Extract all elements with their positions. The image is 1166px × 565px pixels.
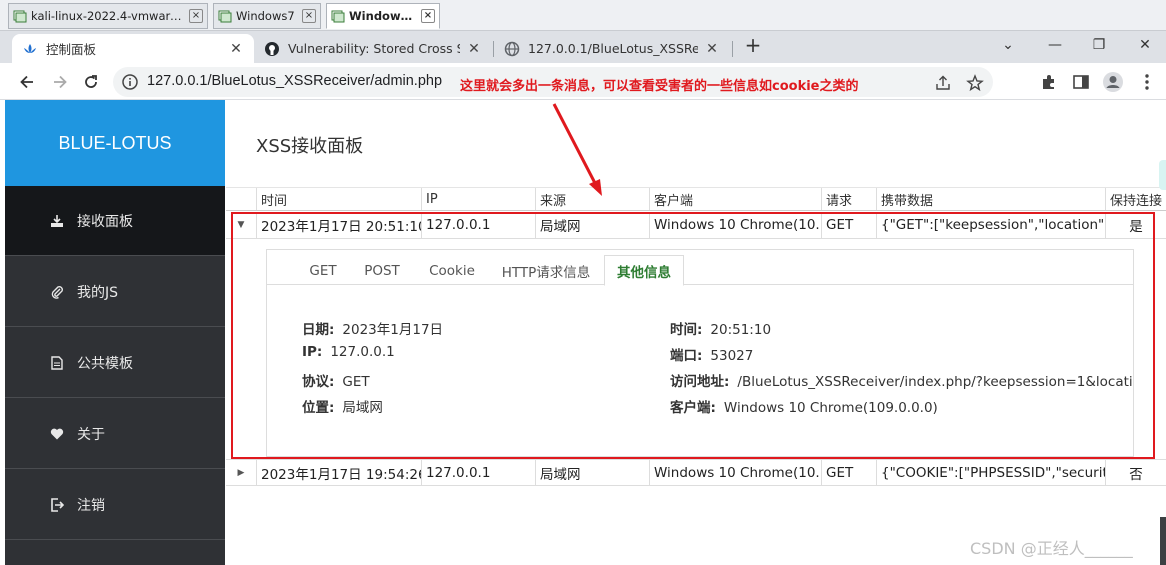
sidebar-item-label: 注销 — [77, 497, 105, 514]
browser-tab-vulnerability[interactable]: Vulnerability: Stored Cross Site ✕ — [254, 34, 492, 63]
cell-client: Windows 10 Chrome(10... — [649, 460, 821, 485]
scrollbar-fragment — [1160, 517, 1166, 565]
new-tab-plus-icon[interactable]: + — [742, 35, 764, 57]
expand-triangle-icon[interactable]: ▶ — [226, 460, 256, 485]
cell-ip: 127.0.0.1 — [421, 460, 535, 485]
column-header-source[interactable]: 来源 — [535, 188, 649, 210]
cell-keep-alive: 否 — [1105, 460, 1166, 485]
sidebar-item-my-js[interactable]: 我的JS — [5, 257, 225, 327]
watermark: CSDN @正经人______ — [970, 539, 1133, 558]
vm-tab-windows7[interactable]: Windows7 × — [213, 3, 321, 29]
column-header-method[interactable]: 请求 — [821, 188, 876, 210]
sidebar-item-about[interactable]: 关于 — [5, 399, 225, 469]
tab-label: 127.0.0.1/BlueLotus_XSSReceiv — [528, 41, 698, 56]
forward-arrow-icon[interactable] — [47, 69, 73, 95]
table-header: 时间 IP 来源 客户端 请求 携带数据 保持连接 — [226, 187, 1166, 211]
sidebar-item-logout[interactable]: 注销 — [5, 470, 225, 540]
cell-source: 局域网 — [535, 460, 649, 485]
cell-method: GET — [821, 460, 876, 485]
cell-time: 2023年1月17日 19:54:26 — [256, 460, 421, 485]
side-panel-icon[interactable] — [1070, 71, 1092, 93]
column-header-ip[interactable]: IP — [421, 188, 535, 210]
column-header-keep-alive[interactable]: 保持连接 — [1105, 188, 1166, 210]
browser-tab-control-panel[interactable]: 控制面板 ✕ — [12, 34, 254, 63]
menu-dots-icon[interactable] — [1136, 71, 1158, 93]
annotation-text: 这里就会多出一条消息，可以查看受害者的一些信息如cookie之类的 — [460, 79, 859, 94]
info-icon[interactable] — [121, 73, 139, 91]
minimize-icon[interactable]: — — [1040, 35, 1070, 55]
close-icon[interactable]: × — [421, 9, 435, 23]
vm-tab-kali[interactable]: kali-linux-2022.4-vmware-am… × — [8, 3, 208, 29]
column-header-client[interactable]: 客户端 — [649, 188, 821, 210]
sidebar: BLUE-LOTUS 接收面板 我的JS 公共模板 关于 注销 — [5, 100, 225, 565]
back-arrow-icon[interactable] — [14, 69, 40, 95]
tab-label: Vulnerability: Stored Cross Site — [288, 41, 460, 56]
vm-icon — [331, 10, 345, 23]
tab-separator — [732, 41, 733, 57]
cell-data: {"COOKIE":["PHPSESSID","security... — [876, 460, 1105, 485]
close-icon[interactable]: × — [189, 9, 203, 23]
bookmark-star-icon[interactable] — [965, 73, 985, 93]
close-icon[interactable]: × — [302, 9, 316, 23]
browser-tab-xssreceiver[interactable]: 127.0.0.1/BlueLotus_XSSReceiv ✕ — [494, 34, 730, 63]
edge-widget — [1159, 160, 1166, 190]
sidebar-item-label: 我的JS — [77, 284, 119, 301]
sidebar-item-label: 公共模板 — [77, 355, 133, 372]
vm-tab-bar: kali-linux-2022.4-vmware-am… × Windows7 … — [0, 0, 1166, 31]
extensions-puzzle-icon[interactable] — [1038, 71, 1060, 93]
browser-tab-strip: 控制面板 ✕ Vulnerability: Stored Cross Site … — [0, 31, 1166, 63]
sidebar-item-receive-panel[interactable]: 接收面板 — [5, 186, 225, 256]
globe-icon — [504, 41, 520, 57]
paperclip-icon — [49, 284, 65, 300]
heart-icon — [49, 426, 65, 442]
github-icon — [264, 41, 280, 57]
vm-icon — [13, 10, 27, 23]
sidebar-item-label: 关于 — [77, 426, 105, 443]
maximize-icon[interactable]: ❐ — [1084, 35, 1114, 55]
close-icon[interactable]: ✕ — [466, 41, 482, 57]
column-header-data[interactable]: 携带数据 — [876, 188, 1105, 210]
sidebar-item-public-templates[interactable]: 公共模板 — [5, 328, 225, 398]
profile-avatar-icon[interactable] — [1102, 71, 1124, 93]
window-close-icon[interactable]: ✕ — [1130, 35, 1160, 55]
download-icon — [49, 213, 65, 229]
logout-icon — [49, 497, 65, 513]
page-title: XSS接收面板 — [256, 136, 364, 157]
table-row[interactable]: ▶ 2023年1月17日 19:54:26 127.0.0.1 局域网 Wind… — [226, 459, 1166, 486]
sidebar-item-label: 接收面板 — [77, 213, 133, 230]
tab-label: 控制面板 — [46, 42, 97, 57]
tab-search-chevron-icon[interactable]: ⌄ — [993, 35, 1023, 55]
close-icon[interactable]: ✕ — [704, 41, 720, 57]
vm-tab-label: kali-linux-2022.4-vmware-am… — [31, 9, 185, 23]
close-icon[interactable]: ✕ — [228, 41, 244, 57]
highlight-box — [231, 212, 1155, 459]
document-icon — [49, 355, 65, 371]
blue-lotus-icon — [22, 41, 38, 57]
share-icon[interactable] — [933, 73, 953, 93]
brand-logo[interactable]: BLUE-LOTUS — [5, 100, 225, 186]
vm-tab-label: Windows7 — [236, 9, 295, 23]
vm-icon — [218, 10, 232, 23]
vm-tab-windows10[interactable]: Windows10 × — [326, 3, 440, 29]
column-header-time[interactable]: 时间 — [256, 188, 421, 210]
reload-icon[interactable] — [78, 69, 104, 95]
vm-tab-label: Windows10 — [349, 9, 417, 23]
url-text: 127.0.0.1/BlueLotus_XSSReceiver/admin.ph… — [147, 73, 443, 89]
